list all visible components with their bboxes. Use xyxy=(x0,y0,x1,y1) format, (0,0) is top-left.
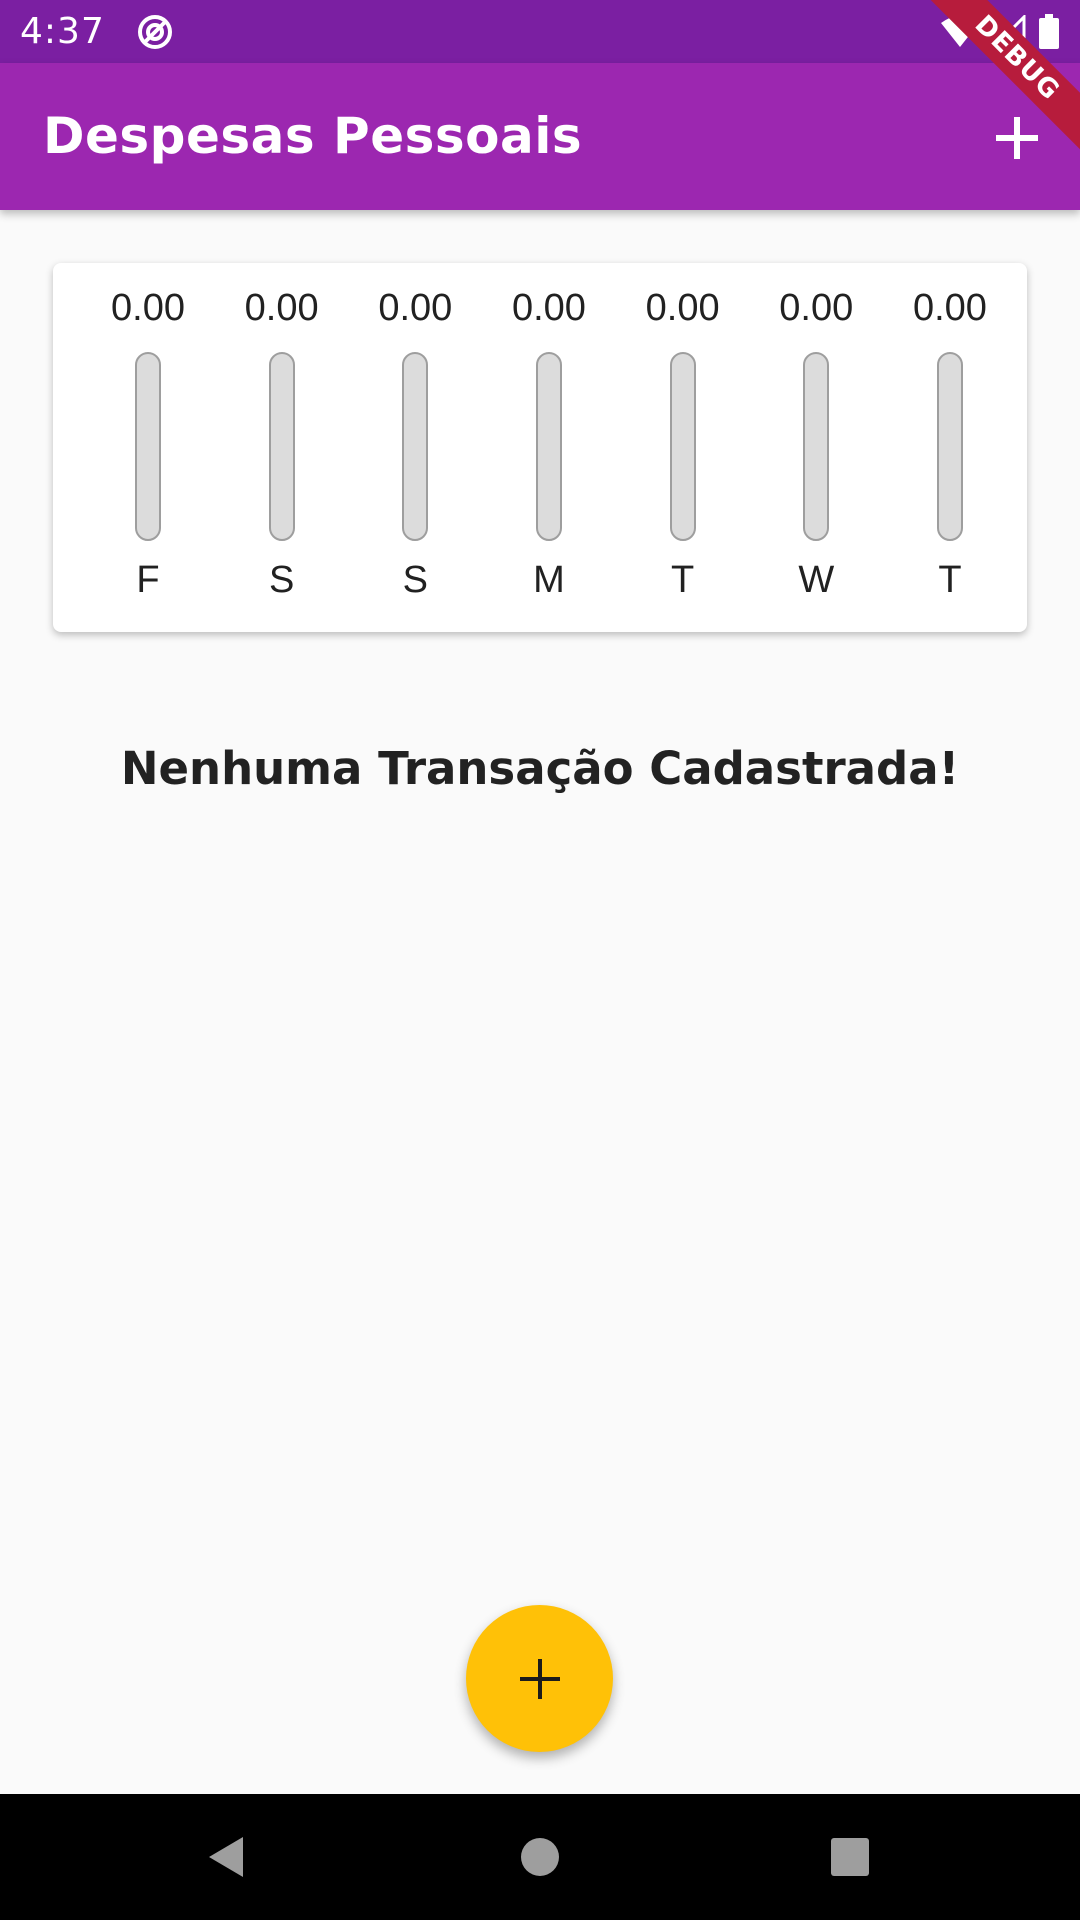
chart-bar: 0.00 S xyxy=(222,263,342,632)
nav-recents-button[interactable] xyxy=(815,1822,885,1892)
app-title: Despesas Pessoais xyxy=(43,107,583,165)
chart-bar-value: 0.00 xyxy=(378,287,453,329)
chart-bar-track xyxy=(135,352,161,541)
chart-bar-track xyxy=(803,352,830,541)
system-nav-bar xyxy=(0,1794,1080,1920)
chart-bar-label: M xyxy=(533,559,565,601)
add-transaction-button[interactable] xyxy=(982,103,1052,173)
chart-bar: 0.00 S xyxy=(355,263,475,632)
chart-bar-track xyxy=(669,352,696,541)
fab-add-button[interactable] xyxy=(466,1605,613,1752)
chart-bar-track xyxy=(402,352,429,541)
do-not-disturb-icon xyxy=(135,12,175,52)
chart-bar: 0.00 W xyxy=(756,263,876,632)
empty-transactions-message: Nenhuma Transação Cadastrada! xyxy=(120,742,960,795)
chart-bar-value: 0.00 xyxy=(511,287,586,329)
chart-bar-label: T xyxy=(938,559,962,601)
chart-bars: 0.00 F 0.00 S 0.00 S 0.00 M 0.00 T 0.00 W 0.00 T xyxy=(88,263,1010,632)
chart-bar-track xyxy=(535,352,562,541)
chart-bar-value: 0.00 xyxy=(645,287,720,329)
chart-bar-track xyxy=(268,352,295,541)
chart-bar-label: F xyxy=(136,559,160,601)
chart-bar-value: 0.00 xyxy=(779,287,854,329)
chart-bar: 0.00 M xyxy=(489,263,609,632)
battery-icon xyxy=(1038,13,1060,50)
back-icon xyxy=(209,1837,243,1877)
add-icon xyxy=(996,117,1038,159)
home-icon xyxy=(521,1838,559,1876)
chart-bar: 0.00 T xyxy=(890,263,1010,632)
status-right xyxy=(940,13,1060,50)
app-bar: Despesas Pessoais xyxy=(0,63,1080,210)
status-left: 4:37 xyxy=(20,11,175,52)
nav-home-button[interactable] xyxy=(505,1822,575,1892)
add-icon xyxy=(519,1658,560,1699)
chart-bar-label: T xyxy=(671,559,695,601)
cellular-signal-icon xyxy=(992,14,1026,49)
chart-bar-value: 0.00 xyxy=(244,287,319,329)
nav-back-button[interactable] xyxy=(190,1822,260,1892)
chart-bar-label: S xyxy=(268,559,295,601)
wifi-icon xyxy=(940,15,980,49)
chart-bar-label: W xyxy=(798,559,835,601)
chart-bar-value: 0.00 xyxy=(111,287,185,329)
chart-bar-value: 0.00 xyxy=(912,287,987,329)
status-time: 4:37 xyxy=(20,11,105,52)
recents-icon xyxy=(831,1838,869,1876)
chart-bar: 0.00 T xyxy=(623,263,743,632)
chart-bar-track xyxy=(936,352,963,541)
chart-bar-label: S xyxy=(402,559,428,601)
weekly-chart-card: 0.00 F 0.00 S 0.00 S 0.00 M 0.00 T 0.00 W 0.00 T xyxy=(53,263,1027,632)
chart-bar: 0.00 F xyxy=(88,263,208,632)
status-bar: 4:37 xyxy=(0,0,1080,63)
